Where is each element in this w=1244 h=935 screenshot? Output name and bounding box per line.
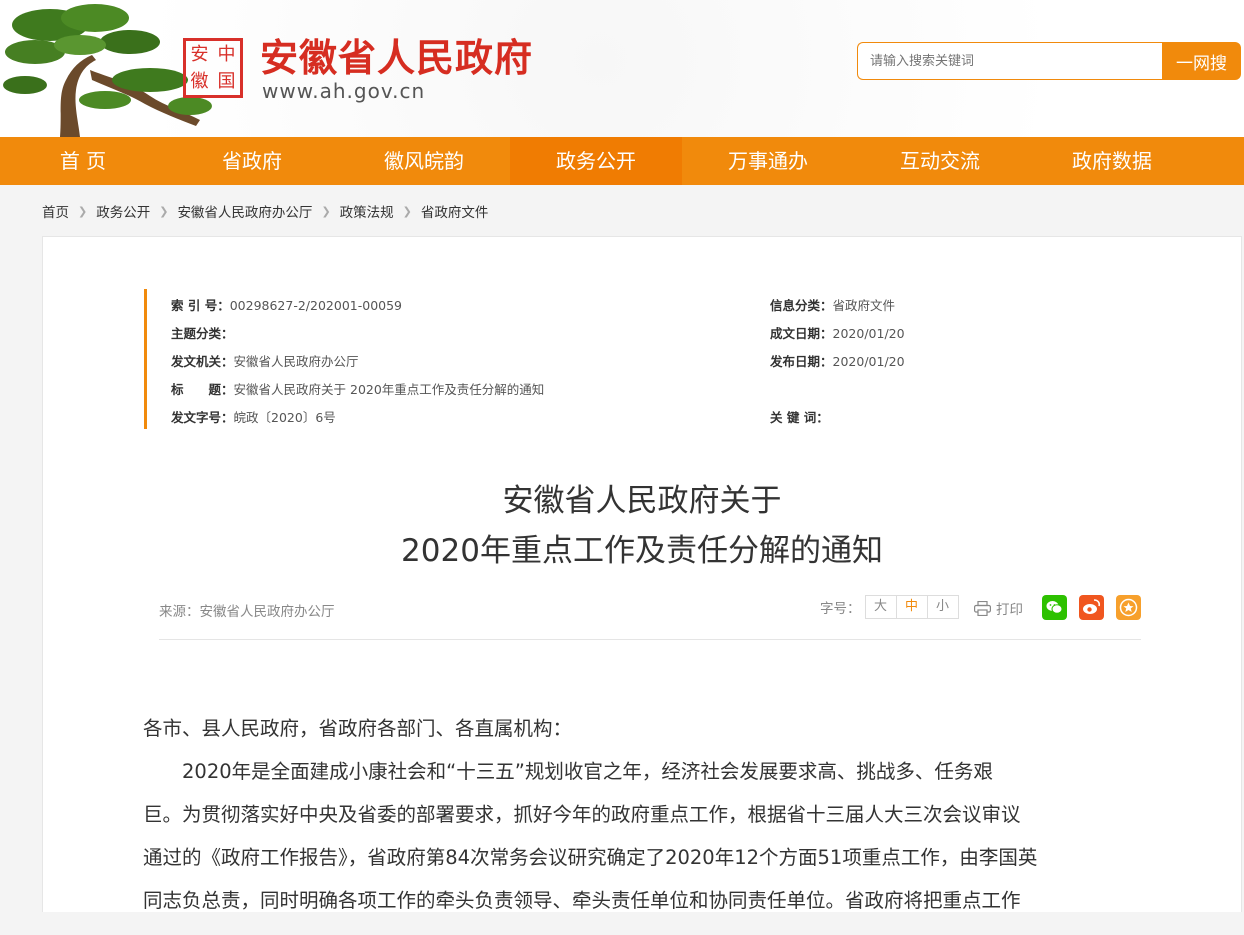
wechat-icon [1046, 601, 1063, 614]
source-toolbar: 来源：安徽省人民政府办公厅 字号： 大 中 小 打印 [159, 595, 1141, 640]
nav-item-data[interactable]: 政府数据 [1026, 137, 1198, 185]
main-nav: 首 页 省政府 徽风皖韵 政务公开 万事通办 互动交流 政府数据 [0, 137, 1244, 185]
breadcrumb: 首页 ❯ 政务公开 ❯ 安徽省人民政府办公厅 ❯ 政策法规 ❯ 省政府文件 [42, 200, 488, 222]
breadcrumb-home[interactable]: 首页 [42, 201, 69, 221]
seal-char: 中 [217, 44, 236, 65]
seal-char: 国 [217, 71, 236, 92]
site-url: www.ah.gov.cn [262, 79, 426, 103]
meta-doc-number: 发文字号：皖政〔2020〕6号 [171, 410, 336, 425]
nav-item-government[interactable]: 省政府 [166, 137, 338, 185]
favorite-icon [1119, 598, 1138, 617]
document-title-line2: 2020年重点工作及责任分解的通知 [401, 533, 883, 569]
print-label: 打印 [996, 602, 1023, 618]
print-button[interactable]: 打印 [974, 598, 1023, 618]
weibo-icon [1083, 599, 1101, 614]
seal-char: 安 [190, 44, 209, 65]
nav-item-services[interactable]: 万事通办 [682, 137, 854, 185]
nav-item-home[interactable]: 首 页 [0, 137, 166, 185]
salutation: 各市、县人民政府，省政府各部门、各直属机构： [143, 717, 573, 740]
document-meta: 索 引 号：00298627-2/202001-00059 信息分类：省政府文件… [144, 289, 1147, 429]
breadcrumb-documents[interactable]: 省政府文件 [421, 201, 489, 221]
font-size-label: 字号： [820, 601, 861, 617]
nav-item-culture[interactable]: 徽风皖韵 [338, 137, 510, 185]
site-header: 安 中 徽 国 安徽省人民政府 www.ah.gov.cn 一网搜 [0, 0, 1244, 137]
font-size-large-button[interactable]: 大 [866, 596, 897, 618]
printer-icon [974, 600, 991, 616]
font-size-medium-button[interactable]: 中 [897, 596, 928, 618]
font-size-options: 大 中 小 [864, 595, 959, 619]
weibo-share-button[interactable] [1079, 595, 1104, 620]
search-box: 一网搜 [857, 42, 1241, 80]
meta-category: 信息分类：省政府文件 [770, 298, 896, 313]
search-button[interactable]: 一网搜 [1162, 42, 1241, 80]
meta-index: 索 引 号：00298627-2/202001-00059 [171, 298, 403, 313]
paragraph-line: 2020年是全面建成小康社会和“十三五”规划收官之年，经济社会发展要求高、挑战多… [182, 760, 993, 783]
document-body: 各市、县人民政府，省政府各部门、各直属机构： 2020年是全面建成小康社会和“十… [143, 707, 1143, 922]
chevron-right-icon: ❯ [78, 204, 88, 218]
favorite-share-button[interactable] [1116, 595, 1141, 620]
nav-item-public-affairs[interactable]: 政务公开 [510, 137, 682, 185]
breadcrumb-policy[interactable]: 政策法规 [340, 201, 394, 221]
site-title[interactable]: 安徽省人民政府 [260, 36, 533, 80]
meta-title: 标 题：安徽省人民政府关于 2020年重点工作及责任分解的通知 [171, 382, 545, 397]
page-bottom-strip [0, 912, 1244, 935]
paragraph-line: 巨。为贯彻落实好中央及省委的部署要求，抓好今年的政府重点工作，根据省十三届人大三… [143, 803, 1021, 826]
seal-char: 徽 [190, 71, 209, 92]
breadcrumb-office[interactable]: 安徽省人民政府办公厅 [177, 201, 312, 221]
meta-keywords: 关 键 词： [770, 410, 829, 425]
document-title-line1: 安徽省人民政府关于 [502, 483, 782, 519]
seal-logo: 安 中 徽 国 [183, 38, 243, 98]
meta-topic: 主题分类： [171, 326, 234, 341]
font-size-control: 字号： 大 中 小 [820, 595, 959, 619]
article-panel: 索 引 号：00298627-2/202001-00059 信息分类：省政府文件… [42, 236, 1242, 935]
chevron-right-icon: ❯ [402, 204, 412, 218]
meta-published-date: 发布日期：2020/01/20 [770, 354, 905, 369]
meta-issuer: 发文机关：安徽省人民政府办公厅 [171, 354, 359, 369]
wechat-share-button[interactable] [1042, 595, 1067, 620]
document-source: 来源：安徽省人民政府办公厅 [159, 604, 335, 620]
search-input[interactable] [857, 42, 1163, 80]
font-size-small-button[interactable]: 小 [928, 596, 958, 618]
nav-item-interaction[interactable]: 互动交流 [854, 137, 1026, 185]
chevron-right-icon: ❯ [321, 204, 331, 218]
paragraph-line: 通过的《政府工作报告》，省政府第84次常务会议研究确定了2020年12个方面51… [143, 846, 1038, 869]
meta-written-date: 成文日期：2020/01/20 [770, 326, 905, 341]
breadcrumb-public-affairs[interactable]: 政务公开 [96, 201, 150, 221]
chevron-right-icon: ❯ [159, 204, 169, 218]
